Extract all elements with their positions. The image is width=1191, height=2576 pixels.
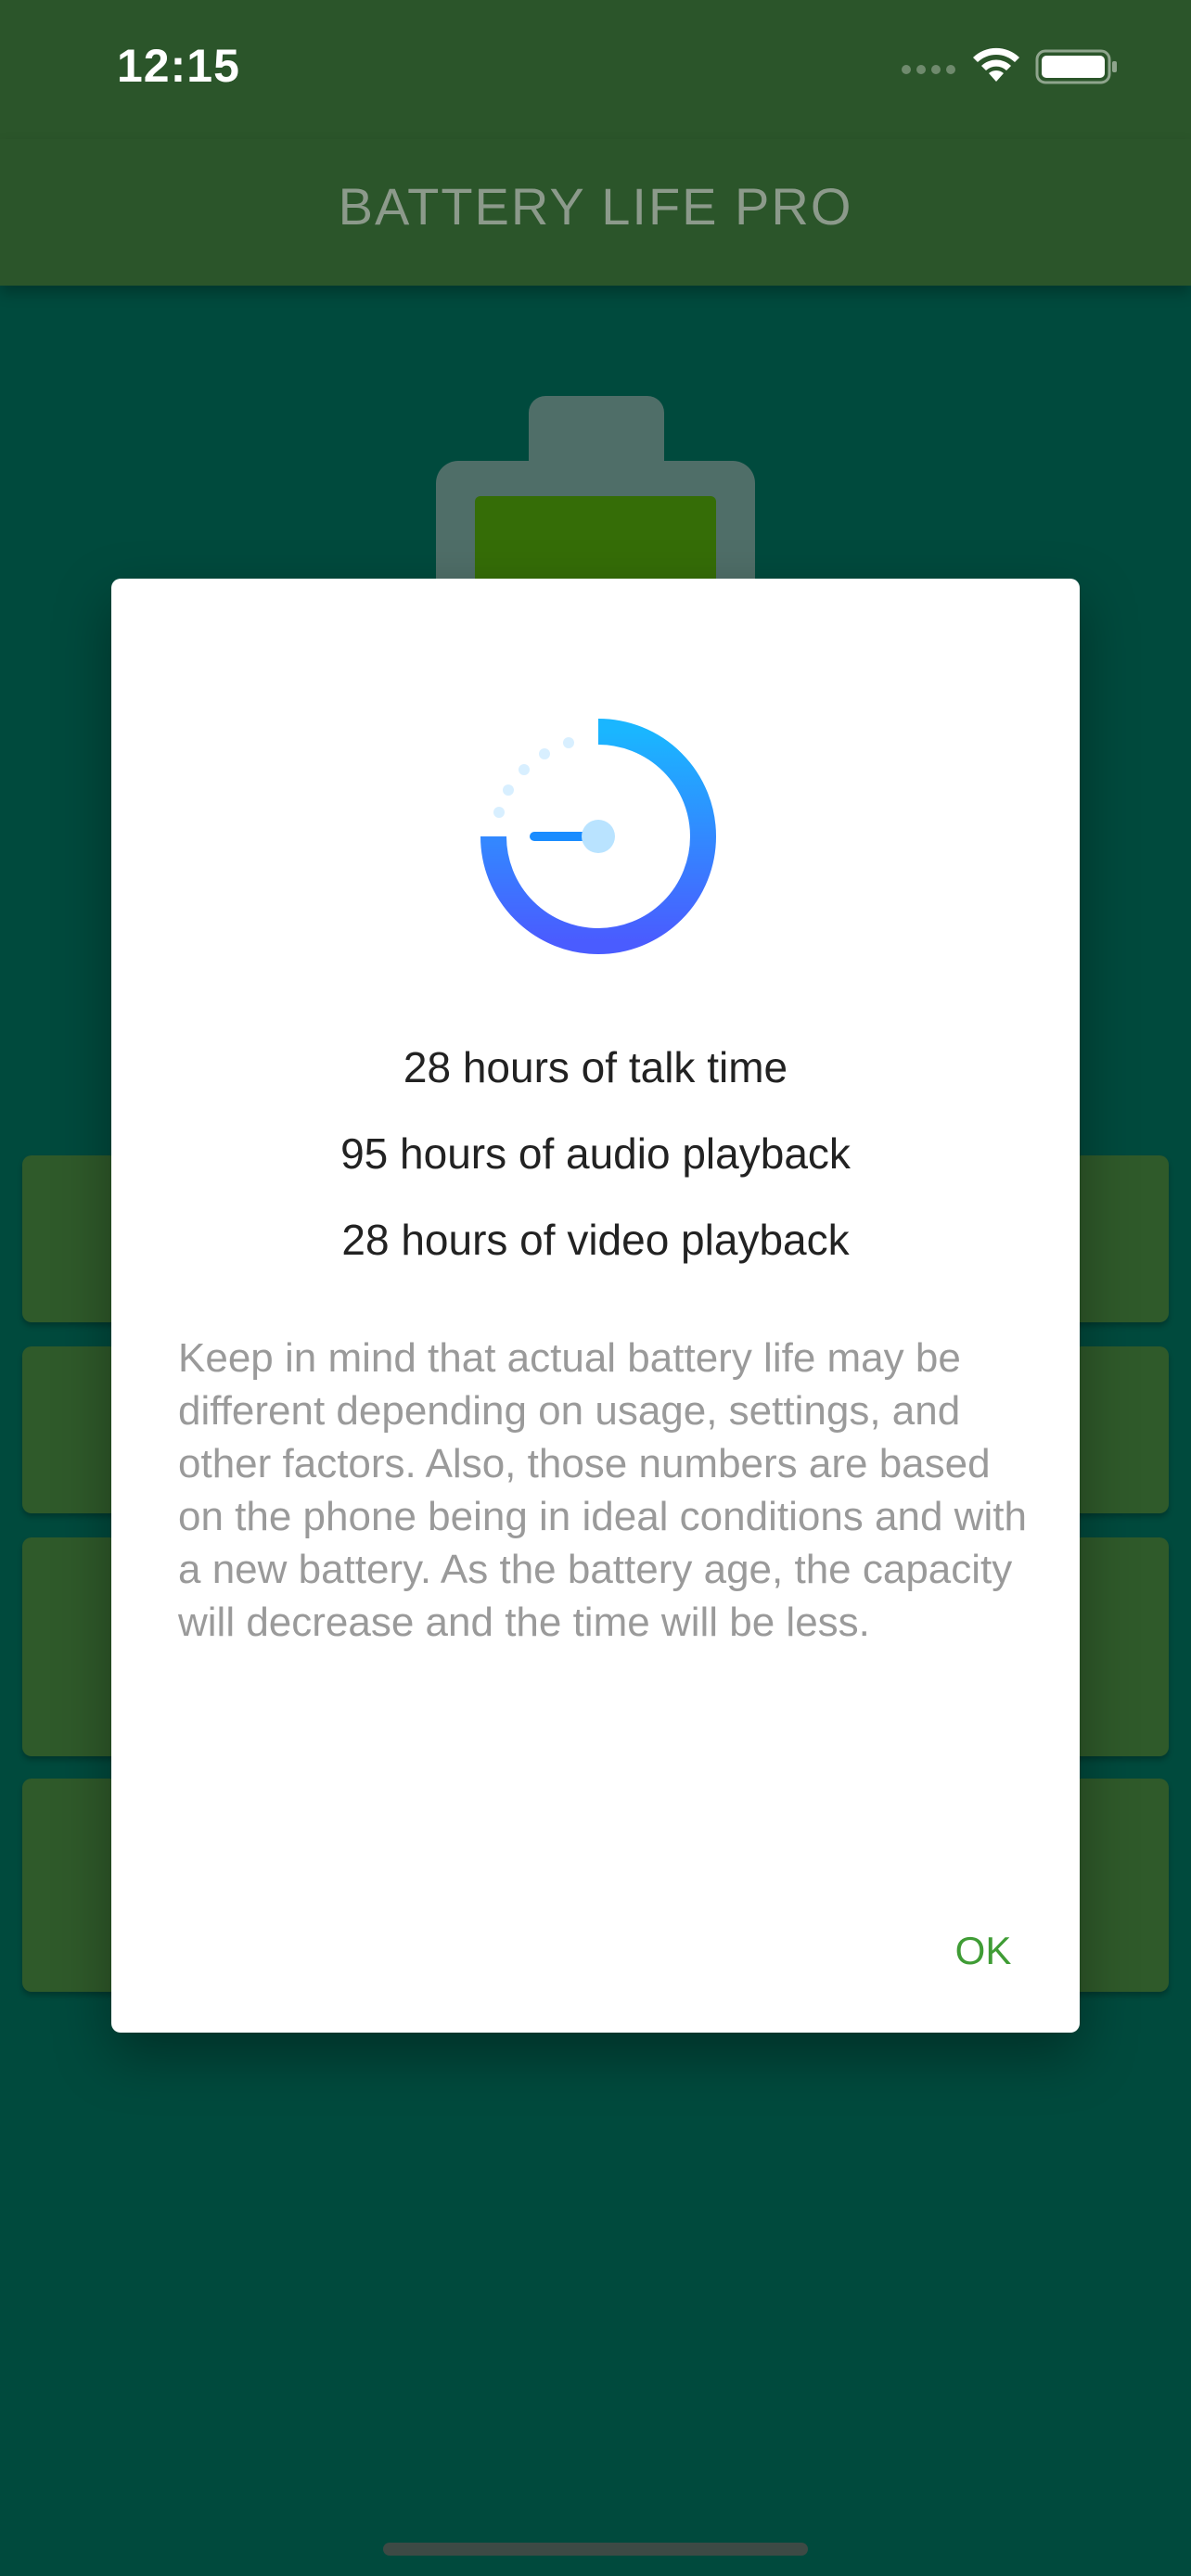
video-playback-text: 28 hours of video playback <box>341 1216 850 1264</box>
timer-gauge-icon <box>480 719 716 954</box>
app-bar: BATTERY LIFE PRO <box>0 139 1191 286</box>
talk-time-text: 28 hours of talk time <box>403 1043 788 1091</box>
ok-button[interactable]: OK <box>928 1914 1039 1988</box>
battery-info-dialog: 28 hours of talk time 95 hours of audio … <box>111 579 1080 2033</box>
status-time: 12:15 <box>117 40 240 92</box>
battery-graphic <box>436 396 755 646</box>
app-title: BATTERY LIFE PRO <box>338 177 853 236</box>
battery-full-icon <box>1035 49 1117 84</box>
status-bar: 12:15 <box>0 0 1191 139</box>
disclaimer-text: Keep in mind that actual battery life ma… <box>178 1335 1027 1645</box>
wifi-icon <box>973 47 1019 82</box>
cellular-signal-icon <box>902 65 955 74</box>
home-indicator[interactable] <box>383 2543 808 2556</box>
audio-playback-text: 95 hours of audio playback <box>340 1129 851 1178</box>
